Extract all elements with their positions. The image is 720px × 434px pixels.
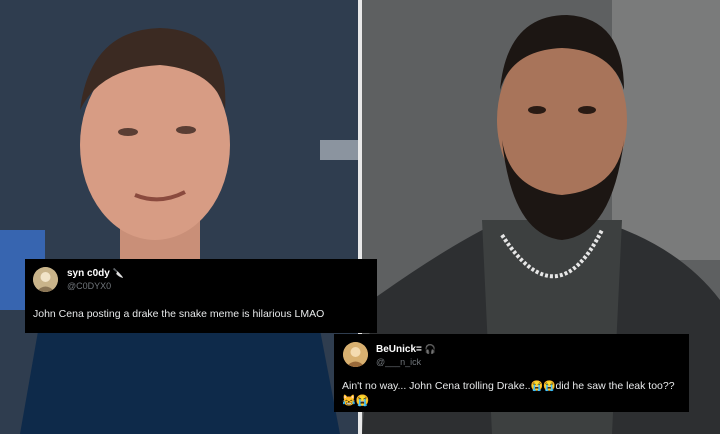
tweet-card-1[interactable]: syn c0dy 🔪 @C0DYX0 John Cena posting a dr… xyxy=(25,259,377,333)
crying-emoji: 😭😭 xyxy=(530,381,556,392)
headphones-icon: 🎧 xyxy=(424,344,437,354)
avatar[interactable] xyxy=(343,342,368,367)
emoji-line: 😹😭 xyxy=(342,395,370,407)
tweet-card-2[interactable]: BeUnick= 🎧 @___n_ick Ain't no way... John… xyxy=(334,334,689,412)
knife-icon: 🔪 xyxy=(112,268,125,278)
handle[interactable]: @C0DYX0 xyxy=(67,281,111,291)
avatar[interactable] xyxy=(33,267,58,292)
photo-left-john-cena xyxy=(0,0,358,434)
display-name[interactable]: syn c0dy 🔪 xyxy=(67,268,124,279)
handle[interactable]: @___n_ick xyxy=(376,357,421,367)
john-cena-illustration xyxy=(0,0,358,434)
display-name[interactable]: BeUnick= 🎧 xyxy=(376,344,436,355)
tweet-text: John Cena posting a drake the snake meme… xyxy=(33,308,325,320)
tweet-text: Ain't no way... John Cena trolling Drake… xyxy=(342,380,675,392)
